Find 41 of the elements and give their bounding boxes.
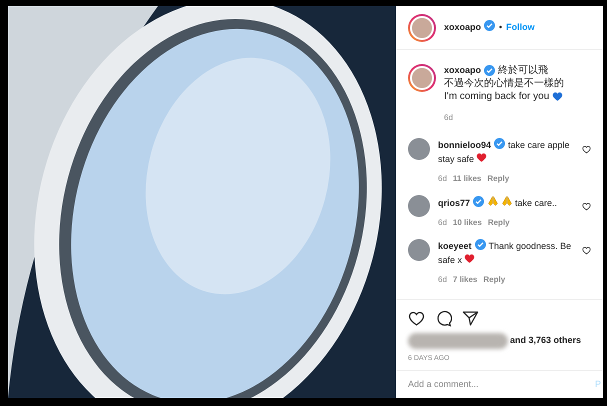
likes-count[interactable]: 10 likes	[452, 216, 482, 229]
likes-count[interactable]: 7 likes	[452, 273, 478, 286]
reply-link[interactable]: Reply	[487, 172, 510, 185]
reply-link[interactable]: Reply	[488, 216, 510, 229]
comment-text: bonnieloo94 take care apple stay safe	[438, 138, 571, 166]
username[interactable]: xoxoapo	[444, 20, 482, 34]
username[interactable]: bonnieloo94	[438, 140, 492, 150]
separator-dot: •	[499, 20, 502, 34]
like-heart-icon[interactable]	[582, 145, 591, 154]
heart-icon[interactable]	[408, 310, 425, 326]
avatar[interactable]	[408, 14, 436, 42]
timestamp: 6d	[438, 173, 447, 185]
caption-text: 終於可以飛	[498, 64, 548, 77]
comment-text: koeyeet Thank goodness. Be safe x	[438, 239, 572, 267]
send-icon[interactable]	[462, 310, 479, 326]
praying-hands-icon	[487, 195, 500, 207]
username[interactable]: xoxoapo	[444, 64, 482, 77]
follow-button[interactable]: Follow	[506, 20, 535, 34]
comment-input[interactable]: Add a comment...	[408, 378, 595, 392]
avatar[interactable]	[408, 64, 436, 92]
caption-text: I'm coming back for you	[444, 90, 550, 103]
avatar[interactable]	[408, 239, 430, 261]
reply-link[interactable]: Reply	[483, 273, 506, 286]
like-heart-icon[interactable]	[582, 202, 591, 211]
avatar[interactable]	[408, 195, 430, 217]
timestamp: 6d	[438, 274, 447, 286]
timestamp: 6d	[438, 217, 447, 229]
like-heart-icon[interactable]	[582, 246, 591, 255]
heart-icon	[552, 91, 564, 102]
likes-count[interactable]: 11 likes	[452, 172, 482, 185]
username[interactable]: qrios77	[438, 198, 470, 208]
heart-icon	[476, 152, 488, 163]
comment-text: qrios77 take care..	[438, 195, 574, 210]
praying-hands-icon	[501, 195, 514, 207]
username[interactable]: koeyeet	[438, 241, 472, 251]
heart-icon	[464, 253, 476, 264]
likes-summary: and 3,763 others	[510, 334, 582, 347]
caption-text: 不過今次的心情是不一樣的	[444, 77, 564, 90]
timestamp: 6d	[444, 112, 454, 124]
comment-icon[interactable]	[435, 310, 452, 326]
avatar[interactable]	[408, 138, 430, 160]
